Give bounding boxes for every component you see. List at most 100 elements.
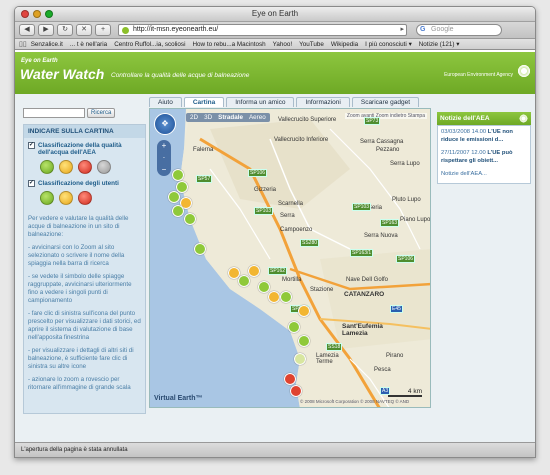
road-shield: SP162 (268, 267, 288, 275)
compass-arrows-icon: ✥ (161, 119, 169, 128)
map-label: Pezzano (376, 147, 400, 153)
good-quality-icon (40, 160, 54, 174)
map-mode-3d[interactable]: 3D (204, 114, 212, 121)
map-zoom-control[interactable]: + · − (157, 140, 171, 176)
thumbs-neutral-icon (59, 191, 73, 205)
user-classification-option[interactable]: ✓ Classificazione degli utenti (24, 176, 145, 187)
news-heading-text: Notizie dell'AEA (440, 115, 490, 122)
site-title: Water Watch (20, 66, 105, 82)
map-label: Stazione (310, 287, 334, 293)
map-label: Sant'Eufemia Lamezia (342, 323, 383, 337)
eea-legend-icons (24, 156, 145, 176)
map-label: Nave Dell Golfo (346, 277, 389, 283)
news-more-link[interactable]: Notizie dell'AEA... (441, 171, 527, 179)
news-item[interactable]: 27/11/2007 12.00 L'UE può rispettare gli… (441, 150, 527, 165)
beach-marker-good[interactable] (194, 243, 206, 255)
news-date: 03/03/2008 14.00 (441, 129, 487, 135)
tab-scaricare-gadget[interactable]: Scaricare gadget (351, 97, 419, 107)
news-item[interactable]: 03/03/2008 14.00 L'UE non riduce le emis… (441, 129, 527, 144)
beach-marker-good[interactable] (288, 321, 300, 333)
beach-marker-good[interactable] (172, 169, 184, 181)
go-arrow-icon[interactable]: ▸ (400, 25, 404, 35)
road-shield: SP106 (396, 255, 416, 263)
map-tool-links[interactable]: Zoom avanti Zoom indietro Stampa (344, 113, 427, 119)
road-shield: A3 (380, 387, 391, 395)
map-label: Piano Lupo (400, 217, 431, 223)
map-mode-bar: 2D 3D Stradale Aereo (186, 113, 270, 122)
road-shield: SP103 (254, 207, 274, 215)
map-mode-aerial[interactable]: Aereo (249, 114, 266, 121)
address-bar[interactable]: http://it-msn.eyeonearth.eu/ ▸ (118, 24, 407, 36)
beach-marker-good[interactable] (172, 205, 184, 217)
status-bar: L'apertura della pagina è stata annullat… (15, 442, 535, 457)
eea-logo-icon (517, 64, 531, 78)
bookmark-item[interactable]: Notizie (121) ▾ (419, 41, 460, 48)
map-label: Scarnella (278, 201, 304, 207)
beach-marker-good[interactable] (258, 281, 270, 293)
window-title: Eye on Earth (251, 9, 299, 18)
poor-quality-icon (78, 160, 92, 174)
road-shield: SP103 (352, 203, 372, 211)
bookmark-item[interactable]: ... t è nell'aria (70, 41, 107, 48)
beach-marker-medium[interactable] (268, 291, 280, 303)
beach-marker-good[interactable] (176, 181, 188, 193)
tab-aiuto[interactable]: Aiuto (149, 97, 182, 107)
help-paragraph: - per visualizzare i dettagli di altri s… (28, 347, 134, 370)
bookmark-item[interactable]: Senzalice.it (31, 41, 63, 48)
road-shield: SP163/1 (350, 249, 374, 257)
bookmark-item[interactable]: I più conosciuti ▾ (365, 41, 412, 48)
beach-marker-medium[interactable] (298, 305, 310, 317)
map-label: Pluto Lupo (392, 197, 421, 203)
user-legend-icons (24, 187, 145, 207)
title-bar: Eye on Earth (15, 7, 535, 22)
beach-marker-good[interactable] (280, 291, 292, 303)
add-bookmark-button[interactable]: + (95, 24, 111, 36)
map-label: Pesca (374, 367, 391, 373)
beach-marker-good[interactable] (298, 335, 310, 347)
beach-marker-good[interactable] (168, 191, 180, 203)
panel-heading: INDICARE SULLA CARTINA (24, 125, 145, 138)
bookmark-item[interactable]: Yahoo! (273, 41, 293, 48)
eea-classification-option[interactable]: ✓ Classificazione della qualità dell'acq… (24, 138, 145, 156)
bookmark-item[interactable]: Centro Ruffol...ia, scoliosi (114, 41, 185, 48)
map-compass-control[interactable]: ✥ (154, 113, 176, 135)
reload-button[interactable]: ↻ (57, 24, 73, 36)
search-button[interactable]: Ricerca (87, 108, 116, 118)
map-label: Vallecrucito Inferiore (274, 137, 329, 143)
beach-marker-unrated[interactable] (294, 353, 306, 365)
stop-button[interactable]: ✕ (76, 24, 92, 36)
user-classification-checkbox[interactable]: ✓ (28, 180, 35, 187)
beach-search-input[interactable] (23, 108, 85, 118)
bookmarks-book-icon[interactable]: ▯▯ (19, 40, 27, 48)
help-paragraph: - azionare lo zoom a rovescio per ritorn… (28, 376, 131, 391)
tab-informazioni[interactable]: Informazioni (296, 97, 350, 107)
eea-classification-checkbox[interactable]: ✓ (28, 142, 35, 149)
map-mode-2d[interactable]: 2D (190, 114, 198, 121)
bookmark-item[interactable]: Wikipedia (331, 41, 358, 48)
help-paragraph: - se vedete il simbolo delle spiagge rag… (28, 273, 132, 304)
beach-marker-good[interactable] (184, 213, 196, 225)
tab-informa-amico[interactable]: Informa un amico (226, 97, 295, 107)
road-shield: E45 (390, 305, 403, 313)
tab-cartina[interactable]: Cartina (183, 97, 225, 107)
bookmark-item[interactable]: YouTube (299, 41, 324, 48)
back-button[interactable]: ◀ (19, 24, 35, 36)
beach-marker-medium[interactable] (248, 265, 260, 277)
bookmarks-bar: ▯▯ Senzalice.it ... t è nell'aria Centro… (15, 39, 535, 50)
eea-small-logo-icon (519, 114, 528, 123)
search-field[interactable]: G Google (416, 24, 502, 36)
map-base (150, 109, 430, 407)
beach-marker-poor[interactable] (290, 385, 302, 397)
map-copyright: © 2008 Microsoft Corporation © 2008 NAVT… (300, 399, 410, 404)
forward-button[interactable]: ▶ (38, 24, 54, 36)
search-field-placeholder: Google (431, 26, 454, 33)
map-view[interactable]: ✥ + · − 2D 3D Stradale Aereo Zoom avanti Z… (149, 108, 431, 408)
agency-name: European Environment Agency (444, 72, 513, 78)
site-subtitle: Controllare la qualità delle acque di ba… (111, 72, 250, 79)
help-paragraph: Per vedere e valutare la qualità delle a… (28, 215, 129, 238)
map-label: Gizzeria (254, 187, 277, 193)
beach-marker-poor[interactable] (284, 373, 296, 385)
beach-marker-good[interactable] (238, 275, 250, 287)
bookmark-item[interactable]: How to rebu...a Macintosh (192, 41, 265, 48)
map-mode-road[interactable]: Stradale (218, 114, 243, 121)
